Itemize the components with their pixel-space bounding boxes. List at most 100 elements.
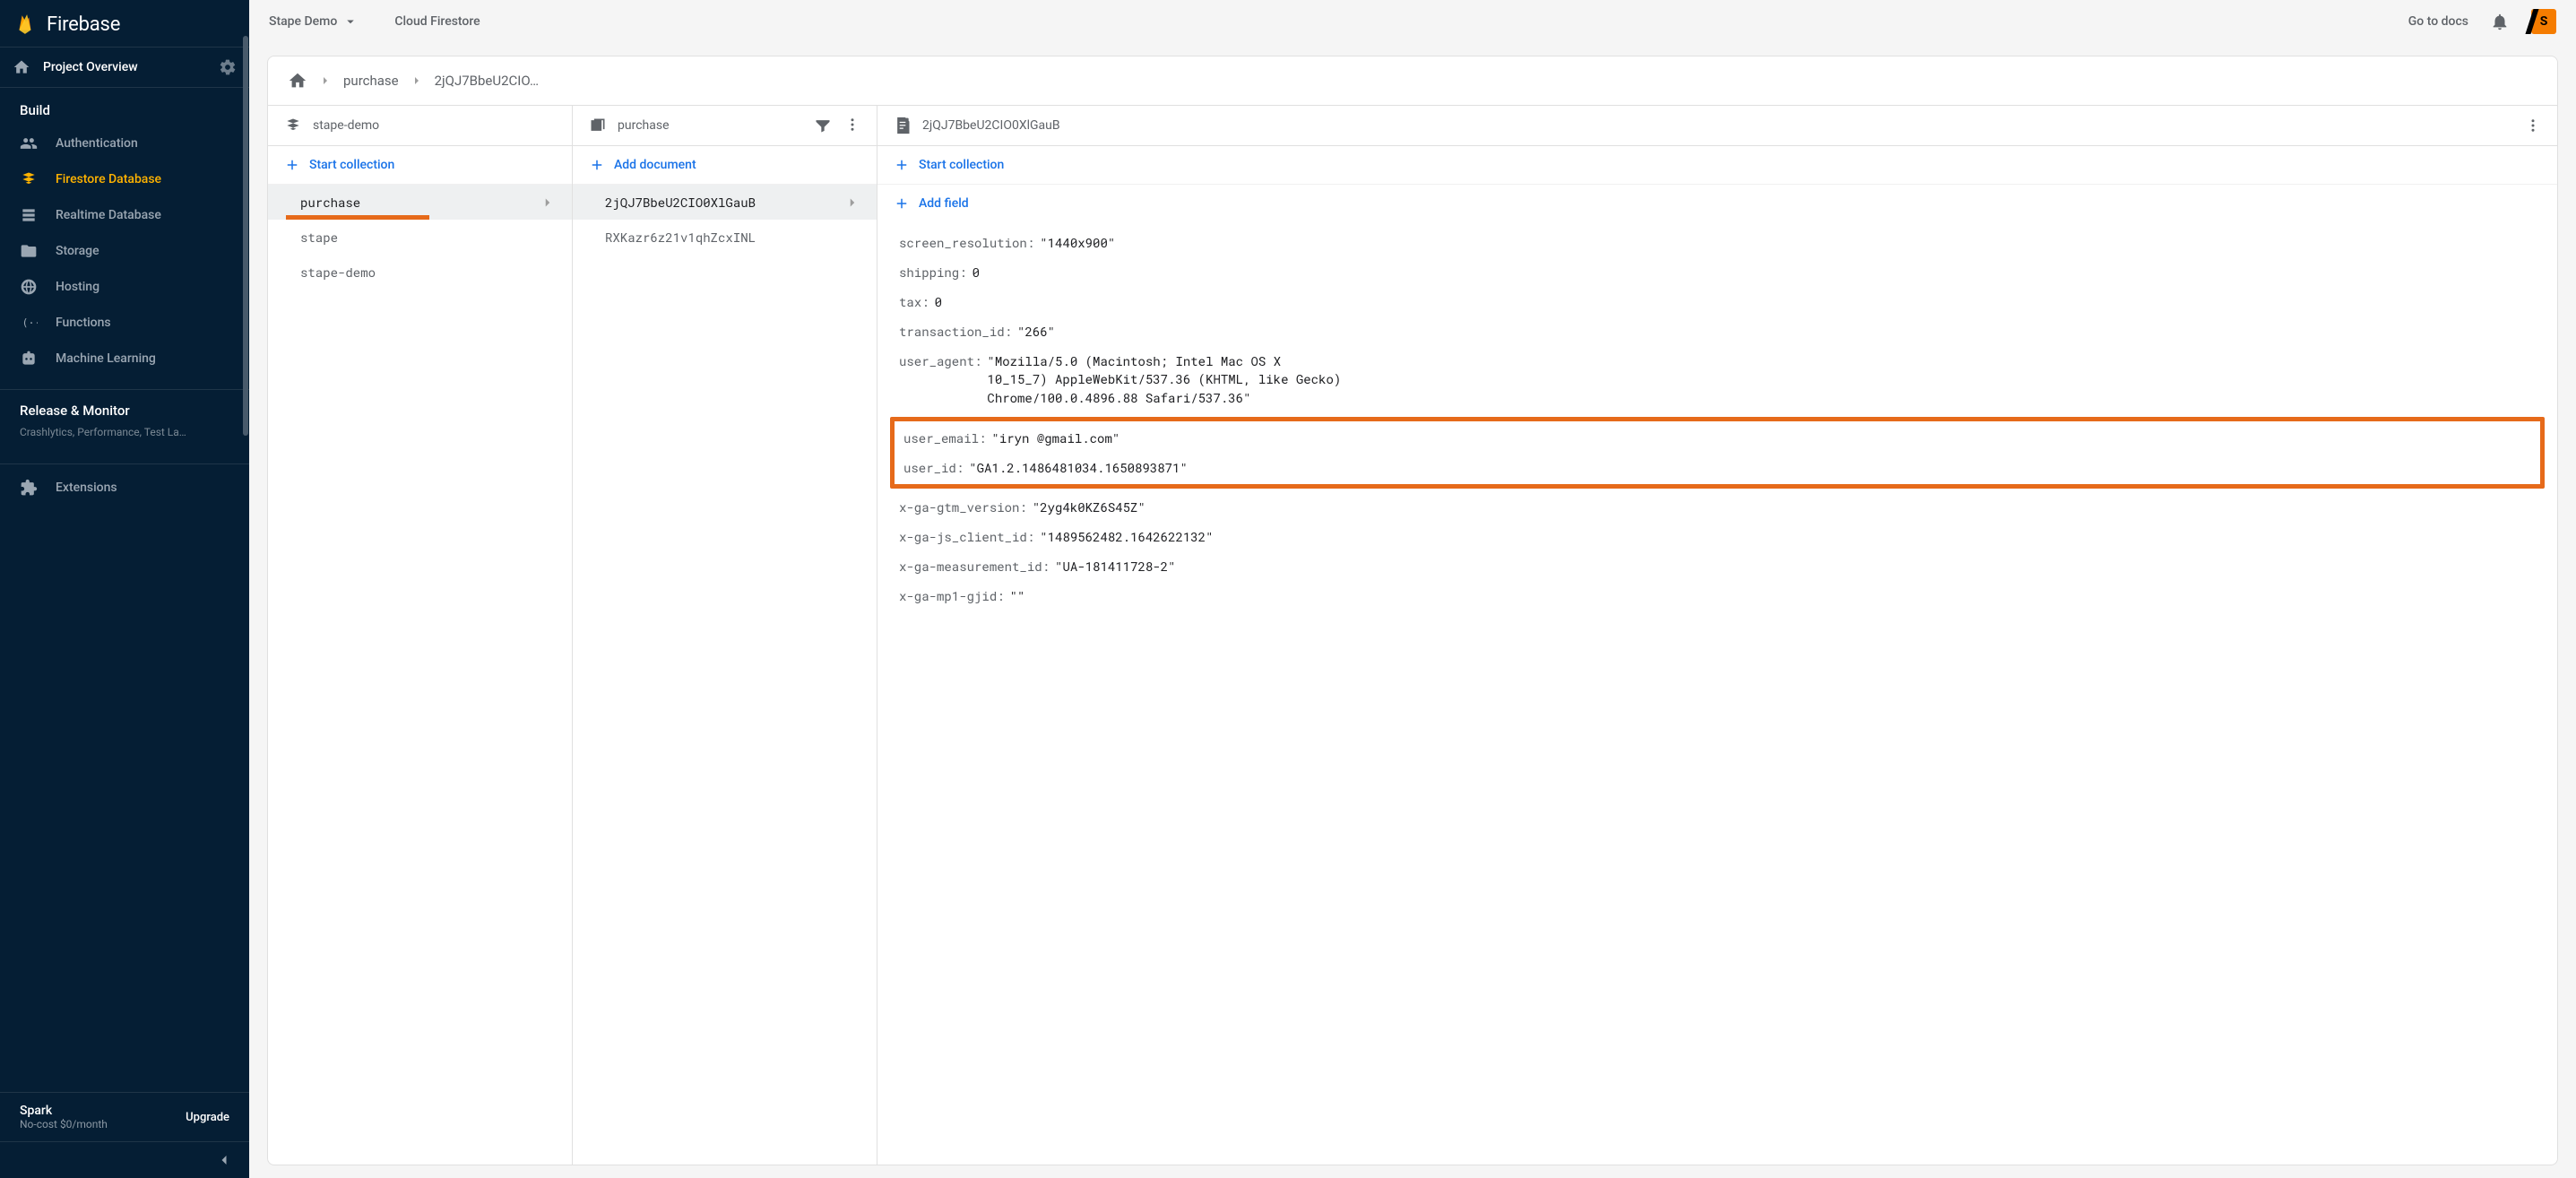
document-item[interactable]: 2jQJ7BbeU2CIO0XlGauB [573,185,877,220]
build-section-title: Build [0,88,249,126]
home-icon[interactable] [288,71,307,91]
field-key: transaction_id [899,323,1012,340]
field-row[interactable]: user_id GA1.2.1486481034.1650893871 [895,453,2540,482]
field-key: user_email [903,429,986,446]
plus-icon [894,195,910,212]
sidebar-item-label: Hosting [56,280,99,294]
topbar: Stape Demo Cloud Firestore Go to docs S [249,0,2576,43]
chevron-right-icon [410,74,424,88]
field-key: screen_resolution [899,234,1034,251]
gear-icon[interactable] [219,58,237,76]
field-row[interactable]: screen_resolution 1440x900 [890,228,2545,257]
field-row[interactable]: user_email iryn @gmail.com [895,423,2540,453]
plan-row: Spark No-cost $0/month Upgrade [0,1092,249,1141]
plan-name: Spark [20,1104,108,1118]
project-selector[interactable]: Stape Demo [269,13,359,30]
field-key: shipping [899,264,967,281]
breadcrumb-collection[interactable]: purchase [343,73,399,89]
more-vert-icon[interactable] [844,117,860,133]
field-row[interactable]: x-ga-mp1-gjid [890,581,2545,611]
breadcrumb: purchase 2jQJ7BbeU2CIO… [268,56,2557,106]
field-key: tax [899,293,929,310]
sidebar-scrollbar[interactable] [242,36,249,1088]
project-name: Stape Demo [269,14,337,29]
collection-item-purchase[interactable]: purchase [268,185,572,220]
people-icon [20,134,38,152]
panel-root-title: stape-demo [313,118,556,133]
field-row[interactable]: x-ga-gtm_version 2yg4k0KZ6S45Z [890,492,2545,522]
panel-document: 2jQJ7BbeU2CIO0XlGauB Start collection Ad… [877,106,2557,1165]
filter-icon[interactable] [814,117,832,134]
sidebar-item-ml[interactable]: Machine Learning [0,341,249,377]
brand-text: Firebase [47,13,120,36]
field-key: x-ga-measurement_id [899,558,1050,575]
field-row[interactable]: x-ga-js_client_id 1489562482.1642622132 [890,522,2545,551]
field-row[interactable]: shipping 0 [890,257,2545,287]
sidebar-item-label: Machine Learning [56,351,156,366]
panel-collection-title: purchase [618,118,803,133]
field-value: 0 [935,293,942,310]
docs-link[interactable]: Go to docs [2408,14,2468,29]
collection-item-stape-demo[interactable]: stape-demo [268,255,572,290]
project-overview[interactable]: Project Overview [0,47,249,88]
field-row[interactable]: transaction_id 266 [890,316,2545,346]
chevron-left-icon[interactable] [215,1151,233,1169]
database-icon [20,206,38,224]
panel-root-header: stape-demo [268,106,572,146]
sidebar-item-label: Extensions [56,481,117,495]
sidebar-item-label: Storage [56,244,99,258]
sidebar: Firebase Project Overview Build Authenti… [0,0,249,1178]
field-key: x-ga-mp1-gjid [899,587,1005,604]
breadcrumb-document[interactable]: 2jQJ7BbeU2CIO… [435,73,539,89]
sidebar-item-realtime-db[interactable]: Realtime Database [0,197,249,233]
more-vert-icon[interactable] [2525,117,2541,134]
firestore-icon [20,170,38,188]
upgrade-button[interactable]: Upgrade [186,1111,229,1124]
svg-text:(··): (··) [22,316,39,329]
field-value: iryn @gmail.com [991,429,1119,446]
add-document-button[interactable]: Add document [573,146,877,185]
document-item[interactable]: RXKazr6z21v1qhZcxINL [573,220,877,255]
start-subcollection-button[interactable]: Start collection [877,146,2557,185]
sidebar-item-label: Functions [56,316,111,330]
start-collection-button[interactable]: Start collection [268,146,572,185]
panel-collection-header: purchase [573,106,877,146]
avatar[interactable]: S [2531,9,2556,34]
release-monitor-section[interactable]: Release & Monitor Crashlytics, Performan… [0,389,249,451]
firebase-brand[interactable]: Firebase [0,0,249,47]
chevron-right-icon [540,195,556,211]
panel-document-header: 2jQJ7BbeU2CIO0XlGauB [877,106,2557,146]
sidebar-item-functions[interactable]: (··) Functions [0,305,249,341]
field-value: 266 [1017,323,1055,340]
field-key: user_agent [899,352,981,369]
field-value: Mozilla/5.0 (Macintosh; Intel Mac OS X 1… [987,352,1345,407]
field-row[interactable]: tax 0 [890,287,2545,316]
release-monitor-subtitle: Crashlytics, Performance, Test La… [0,426,249,446]
sidebar-item-authentication[interactable]: Authentication [0,126,249,161]
bell-icon[interactable] [2490,12,2510,31]
firestore-icon [284,117,302,134]
home-icon [13,58,30,76]
field-value: 2yg4k0KZ6S45Z [1033,498,1145,515]
field-row[interactable]: x-ga-measurement_id UA-181411728-2 [890,551,2545,581]
chevron-right-icon [318,74,333,88]
plus-icon [284,157,300,173]
sidebar-item-extensions[interactable]: Extensions [0,464,249,506]
collection-icon [589,117,607,134]
field-value: 1489562482.1642622132 [1040,528,1213,545]
sidebar-item-label: Realtime Database [56,208,161,222]
project-overview-label: Project Overview [43,60,206,74]
extension-icon [20,479,38,497]
field-row[interactable]: user_agent Mozilla/5.0 (Macintosh; Intel… [890,346,2545,413]
chevron-right-icon [844,195,860,211]
fields-list: screen_resolution 1440x900shipping 0tax … [877,222,2557,1165]
product-crumb[interactable]: Cloud Firestore [394,14,480,29]
functions-icon: (··) [20,314,38,332]
document-icon [894,117,912,134]
add-field-button[interactable]: Add field [877,185,2557,222]
sidebar-item-firestore[interactable]: Firestore Database [0,161,249,197]
collection-item-stape[interactable]: stape [268,220,572,255]
panel-root: stape-demo Start collection purchase [268,106,573,1165]
sidebar-item-storage[interactable]: Storage [0,233,249,269]
sidebar-item-hosting[interactable]: Hosting [0,269,249,305]
